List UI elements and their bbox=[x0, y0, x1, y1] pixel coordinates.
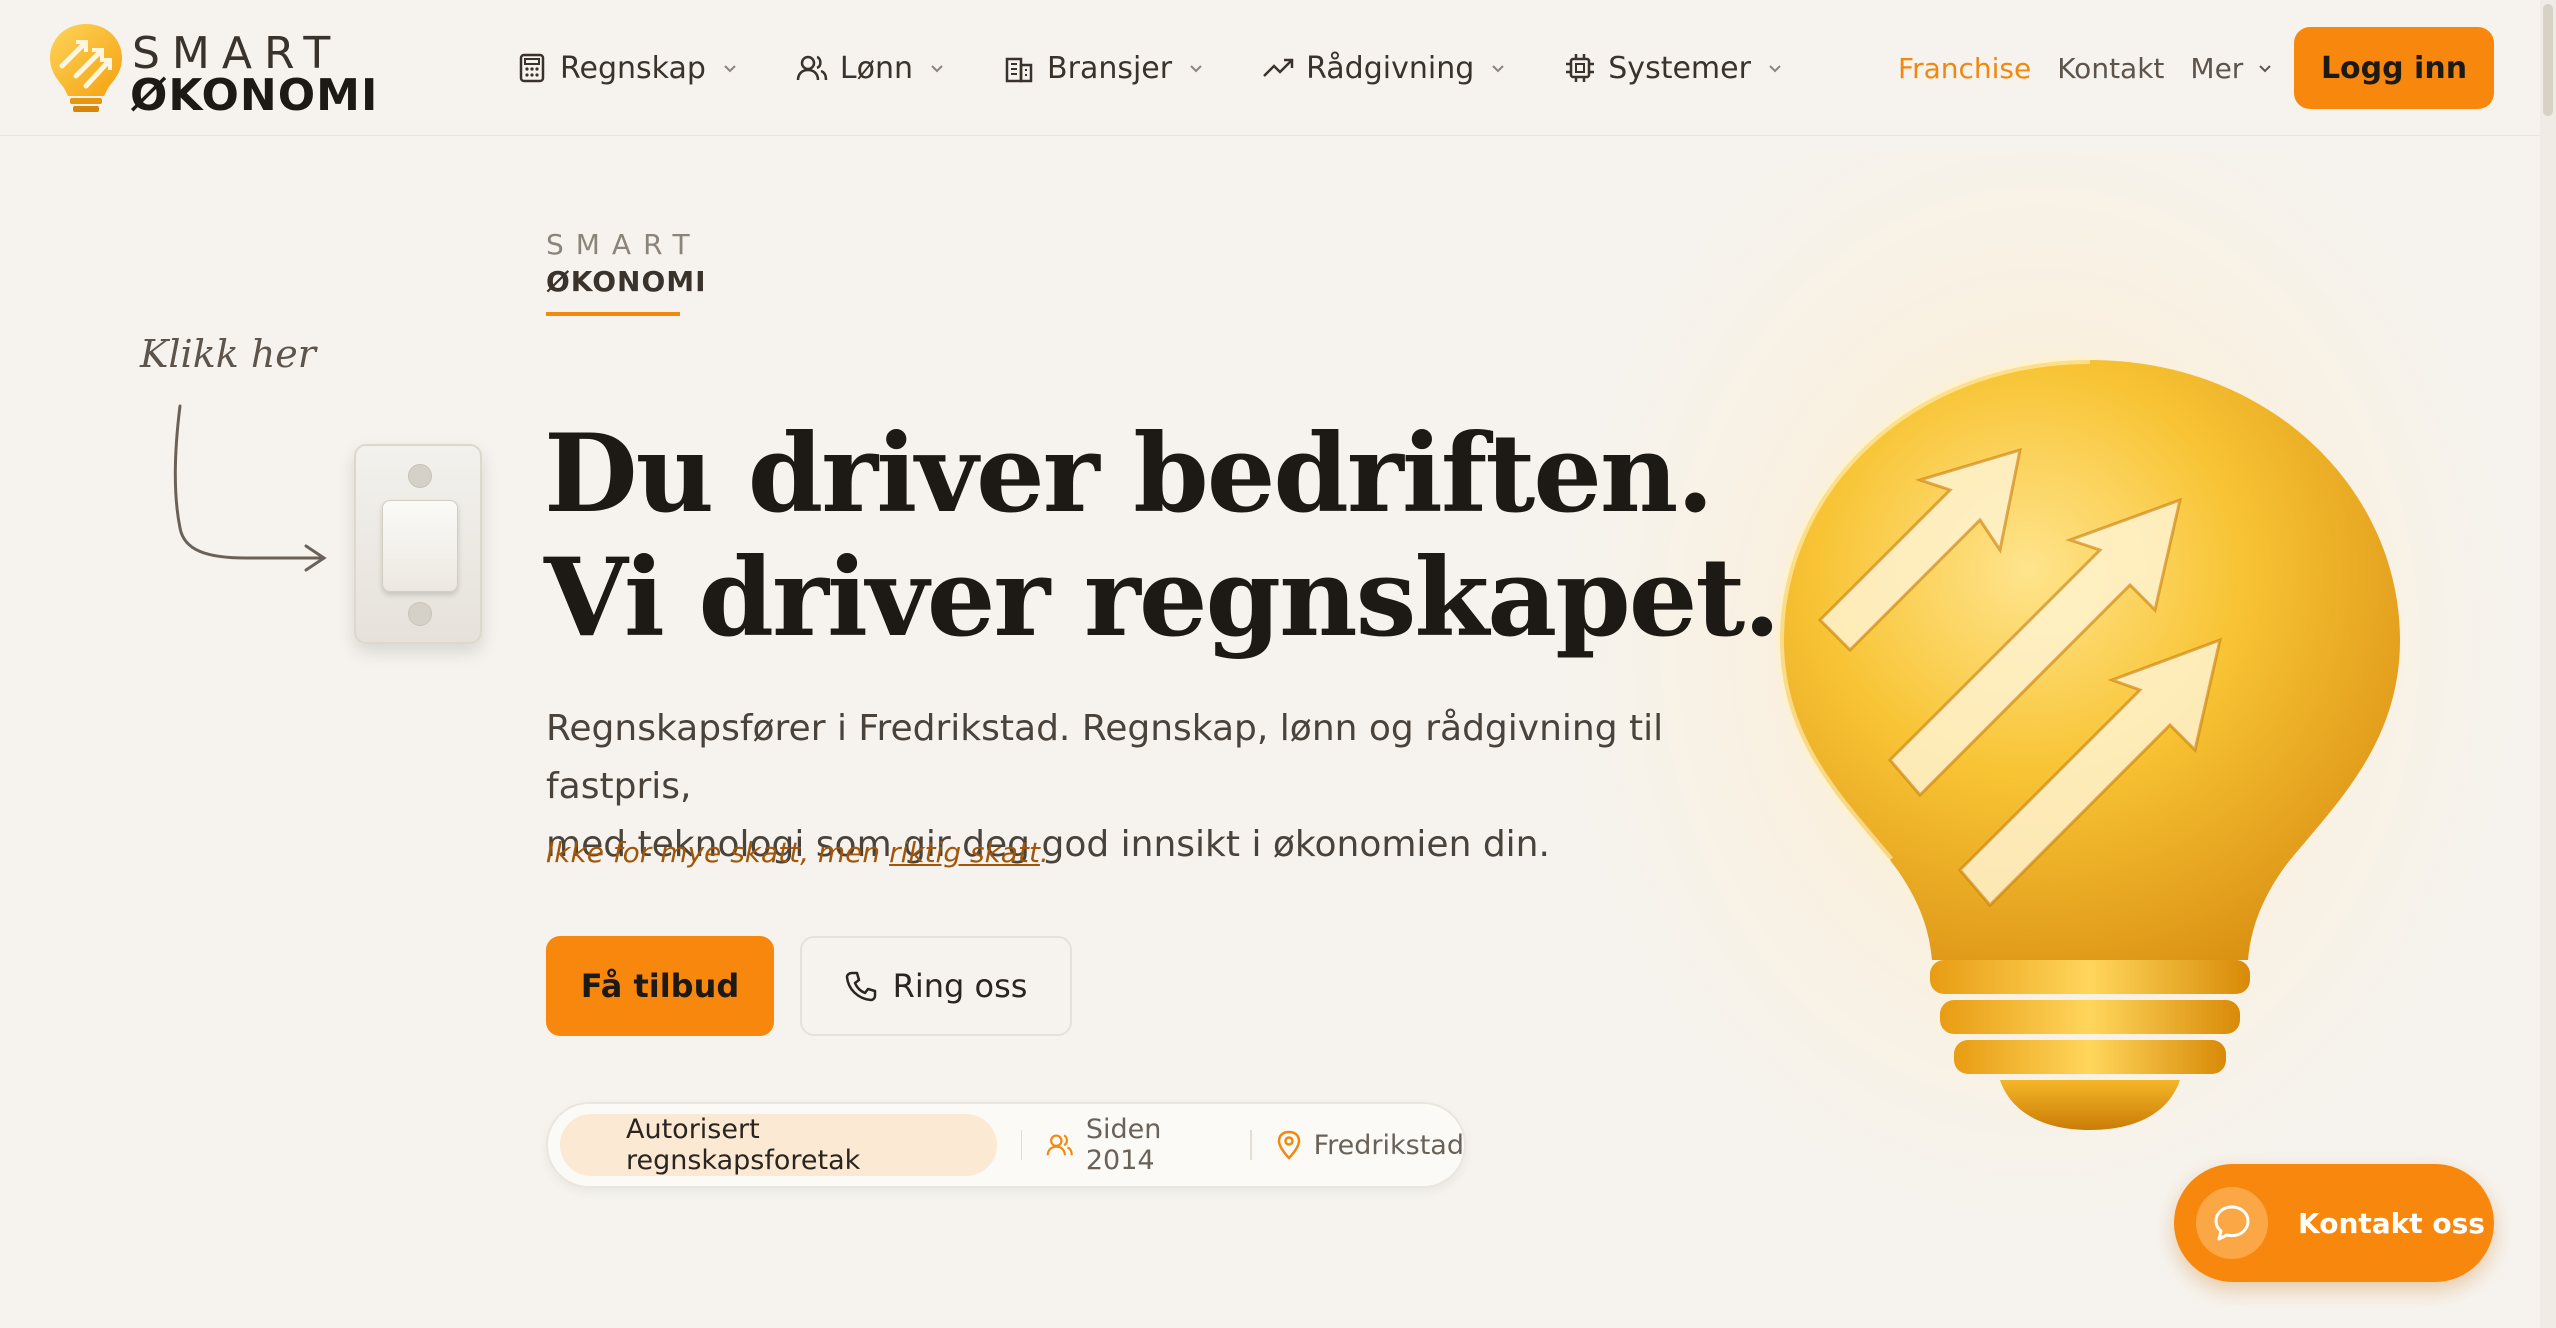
secondary-nav: Franchise Kontakt Mer bbox=[1898, 40, 2275, 96]
trending-up-icon bbox=[1262, 52, 1294, 84]
users-icon bbox=[796, 52, 828, 84]
badge-divider bbox=[1249, 1130, 1252, 1160]
call-us-button[interactable]: Ring oss bbox=[800, 936, 1072, 1036]
riktig-skatt-link[interactable]: riktig skatt bbox=[889, 836, 1040, 869]
kontakt-link[interactable]: Kontakt bbox=[2057, 52, 2164, 85]
call-us-label: Ring oss bbox=[892, 967, 1028, 1005]
eyebrow-okonomi: ØKONOMI bbox=[546, 265, 707, 298]
chevron-down-icon bbox=[1492, 65, 1504, 73]
nav-item-bransjer[interactable]: Bransjer bbox=[1003, 40, 1206, 96]
switch-rocker[interactable] bbox=[382, 500, 458, 592]
chevron-down-icon bbox=[724, 65, 736, 73]
chevron-down-icon bbox=[931, 65, 943, 73]
nav-label: Rådgivning bbox=[1306, 50, 1475, 86]
chevron-down-icon bbox=[2259, 65, 2272, 73]
switch-screw bbox=[408, 464, 432, 488]
nav-label: Regnskap bbox=[560, 50, 706, 86]
lightbulb-logo-icon bbox=[50, 24, 122, 112]
chat-bubble-icon bbox=[2214, 1205, 2250, 1241]
chevron-down-icon bbox=[1190, 65, 1202, 73]
chevron-down-icon bbox=[1769, 65, 1781, 73]
tagline-text: Ikke for mye skatt, men bbox=[546, 836, 890, 869]
eyebrow-underline bbox=[546, 312, 680, 316]
since-text: Siden 2014 bbox=[1085, 1114, 1162, 1176]
map-pin-icon bbox=[1277, 1130, 1300, 1160]
nav-item-regnskap[interactable]: Regnskap bbox=[516, 40, 740, 96]
cpu-icon bbox=[1564, 52, 1596, 84]
eyebrow-smart: SMART bbox=[546, 228, 702, 261]
badge-divider bbox=[1020, 1130, 1023, 1160]
users-icon bbox=[1047, 1134, 1074, 1156]
hero-eyebrow: SMART ØKONOMI bbox=[546, 228, 707, 316]
contact-chat-button[interactable]: Kontakt oss bbox=[2174, 1164, 2494, 1282]
calculator-icon bbox=[516, 52, 548, 84]
logo[interactable]: SMART ØKONOMI bbox=[46, 20, 377, 121]
curved-arrow-icon bbox=[173, 404, 327, 572]
nav-item-systemer[interactable]: Systemer bbox=[1564, 40, 1785, 96]
switch-screw bbox=[408, 602, 432, 626]
subtitle-line-1: Regnskapsfører i Fredrikstad. Regnskap, … bbox=[546, 708, 1664, 807]
headline-line-1: Du driver bedriften. bbox=[544, 411, 1714, 537]
nav-label: Bransjer bbox=[1047, 50, 1173, 86]
headline-line-2: Vi driver regnskapet. bbox=[544, 535, 1781, 661]
chat-icon-circle bbox=[2196, 1187, 2268, 1259]
badge-authorized: Autorisert regnskapsforetak bbox=[560, 1114, 997, 1176]
scrollbar[interactable] bbox=[2540, 0, 2556, 1328]
hero-tagline: Ikke for mye skatt, men riktig skatt. bbox=[546, 836, 1049, 869]
chat-label: Kontakt oss bbox=[2298, 1206, 2485, 1240]
nav-label: Systemer bbox=[1608, 50, 1751, 86]
badge-since: Siden 2014 bbox=[1046, 1114, 1225, 1176]
nav-item-lonn[interactable]: Lønn bbox=[796, 40, 947, 96]
logo-text-okonomi: ØKONOMI bbox=[130, 70, 379, 121]
building-icon bbox=[1003, 52, 1035, 84]
nav-label: Lønn bbox=[839, 50, 914, 86]
light-switch[interactable] bbox=[354, 444, 482, 644]
phone-icon bbox=[845, 971, 876, 1002]
franchise-link[interactable]: Franchise bbox=[1898, 52, 2031, 85]
tagline-period: . bbox=[1039, 836, 1049, 869]
site-header: SMART ØKONOMI Regnskap Lønn Bransjer Råd… bbox=[0, 0, 2540, 136]
scrollbar-thumb[interactable] bbox=[2543, 4, 2553, 116]
mer-label: Mer bbox=[2190, 51, 2244, 85]
lightbulb-illustration-icon bbox=[1775, 356, 2400, 1130]
location-text: Fredrikstad bbox=[1313, 1129, 1464, 1161]
login-button[interactable]: Logg inn bbox=[2294, 27, 2494, 109]
klikk-her-annotation: Klikk her bbox=[140, 332, 316, 376]
nav-item-radgivning[interactable]: Rådgivning bbox=[1262, 40, 1508, 96]
get-quote-button[interactable]: Få tilbud bbox=[546, 936, 774, 1036]
trust-badges: Autorisert regnskapsforetak Siden 2014 F… bbox=[546, 1102, 1466, 1188]
badge-location: Fredrikstad bbox=[1276, 1130, 1464, 1161]
mer-menu[interactable]: Mer bbox=[2190, 52, 2275, 85]
hero-headline: Du driver bedriften. Vi driver regnskape… bbox=[544, 412, 1844, 660]
main-nav: Regnskap Lønn Bransjer Rådgivning System… bbox=[516, 40, 1841, 96]
